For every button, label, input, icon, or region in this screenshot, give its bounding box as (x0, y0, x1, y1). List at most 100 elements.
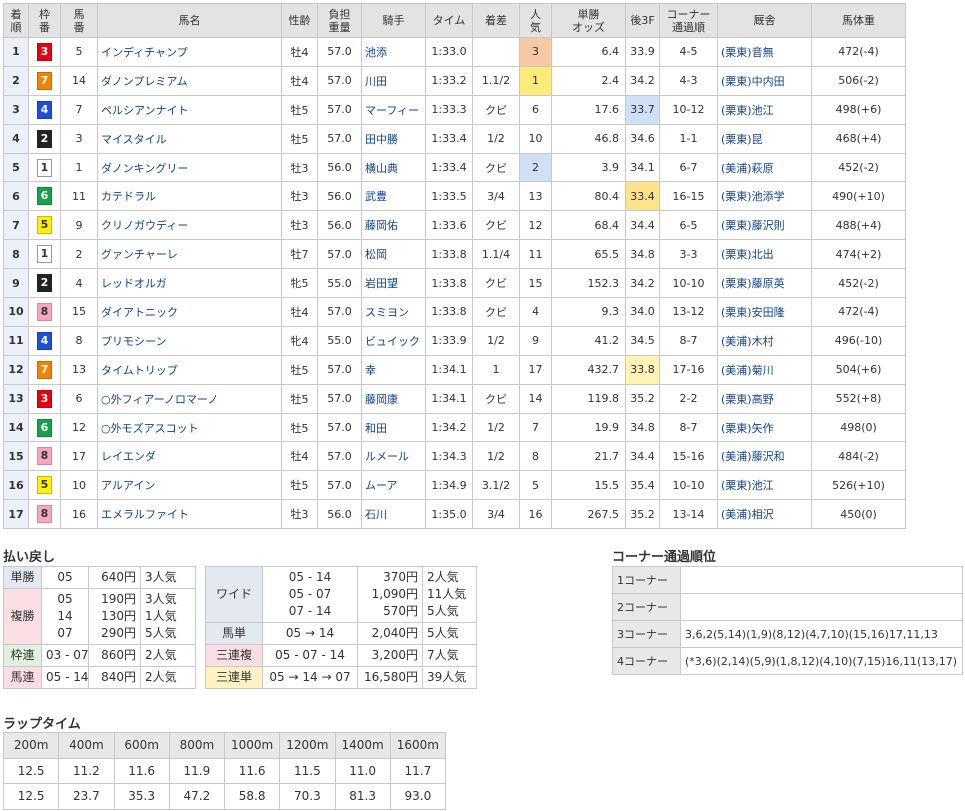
jockey-name[interactable]: ビュイック (361, 325, 426, 356)
horse-number: 1 (60, 152, 98, 183)
jockey-name[interactable]: 石川 (361, 499, 426, 530)
horse-name[interactable]: ペルシアンナイト (97, 94, 282, 125)
jockey-name[interactable]: 松岡 (361, 239, 426, 270)
horse-name[interactable]: アルアイン (97, 470, 282, 501)
finish-position: 16 (3, 470, 29, 501)
sanrentan-numbers: 05 → 14 → 07 (262, 666, 358, 689)
payout-wakuren-row: 枠連 03 - 07 860円 2人気 (3, 644, 196, 667)
last-3f: 34.0 (625, 297, 660, 327)
finish-time: 1:33.4 (425, 123, 473, 154)
horse-name[interactable]: ○外フィアーノロマーノ (97, 383, 282, 414)
stable[interactable]: (美浦)藤沢和 (717, 441, 812, 472)
popularity: 12 (519, 210, 552, 241)
stable[interactable]: (栗東)安田隆 (717, 297, 812, 327)
finish-time: 1:35.0 (425, 499, 473, 530)
corner-label: 2コーナー (612, 593, 681, 621)
stable[interactable]: (栗東)音無 (717, 37, 812, 67)
margin: 3/4 (472, 499, 520, 530)
sex-age: 牡5 (281, 470, 318, 501)
stable[interactable]: (栗東)池江 (717, 94, 812, 125)
waku-cell: 2 (28, 268, 61, 299)
horse-name[interactable]: ○外モズアスコット (97, 412, 282, 443)
win-odds: 80.4 (551, 181, 626, 212)
stable[interactable]: (栗東)池添学 (717, 181, 812, 212)
carried-weight: 56.0 (317, 499, 362, 530)
stable[interactable]: (美浦)相沢 (717, 499, 812, 530)
stable[interactable]: (栗東)昆 (717, 123, 812, 154)
jockey-name[interactable]: 川田 (361, 65, 426, 96)
jockey-name[interactable]: スミヨン (361, 297, 426, 327)
jockey-name[interactable]: ルメール (361, 441, 426, 472)
jockey-name[interactable]: 横山典 (361, 152, 426, 183)
column-header: コーナー 通過順 (659, 3, 718, 38)
corner-order-value (680, 593, 963, 621)
win-odds: 41.2 (551, 325, 626, 356)
horse-name[interactable]: タイムトリップ (97, 354, 282, 385)
jockey-name[interactable]: 藤岡康 (361, 383, 426, 414)
lap-split: 11.6 (223, 757, 281, 784)
tansho-payout: 640円 (88, 566, 141, 589)
jockey-name[interactable]: 田中勝 (361, 123, 426, 154)
horse-name[interactable]: エメラルファイト (97, 499, 282, 530)
stable[interactable]: (栗東)藤沢則 (717, 210, 812, 241)
jockey-name[interactable]: 藤岡佑 (361, 210, 426, 241)
stable[interactable]: (栗東)矢作 (717, 412, 812, 443)
horse-name[interactable]: プリモシーン (97, 325, 282, 356)
horse-name[interactable]: クリノガウディー (97, 210, 282, 241)
stable[interactable]: (美浦)木村 (717, 325, 812, 356)
fukusho-payout: 290円 (101, 626, 136, 640)
horse-name[interactable]: インディチャンプ (97, 37, 282, 67)
payout-wide-row: ワイド 05 - 14 05 - 07 07 - 14 370円 1,090円 … (205, 566, 477, 623)
horse-name[interactable]: グァンチャーレ (97, 239, 282, 270)
stable[interactable]: (栗東)池江 (717, 470, 812, 501)
stable[interactable]: (栗東)藤原英 (717, 268, 812, 299)
wakuren-numbers: 03 - 07 (41, 644, 89, 667)
jockey-name[interactable]: 和田 (361, 412, 426, 443)
results-table: 着順枠番馬番馬名 性齢 負担 重量 騎手 タイム 着差人気単勝 オッズ 後3F コーナー 通過順 厩舎… (3, 3, 906, 530)
horse-name[interactable]: レッドオルガ (97, 268, 282, 299)
carried-weight: 57.0 (317, 297, 362, 327)
waku-badge: 6 (37, 187, 52, 206)
jockey-name[interactable]: マーフィー (361, 94, 426, 125)
stable[interactable]: (栗東)中内田 (717, 65, 812, 96)
finish-time: 1:33.9 (425, 325, 473, 356)
finish-time: 1:33.5 (425, 181, 473, 212)
corner-order: 16-15 (659, 181, 718, 212)
corner-label: 4コーナー (612, 647, 681, 675)
table-row: 16 5 10 アルアイン 牡5 57.0 ムーア 1:34.9 3.1/2 5 15.5 35.4 1… (3, 470, 906, 501)
jockey-name[interactable]: 岩田望 (361, 268, 426, 299)
stable[interactable]: (美浦)菊川 (717, 354, 812, 385)
popularity: 16 (519, 499, 552, 530)
corner-order: 15-16 (659, 441, 718, 472)
fukusho-popularity: 3人気 (145, 592, 177, 606)
horse-name[interactable]: ダイアトニック (97, 297, 282, 327)
jockey-name[interactable]: ムーア (361, 470, 426, 501)
stable[interactable]: (美浦)萩原 (717, 152, 812, 183)
popularity: 5 (519, 470, 552, 501)
jockey-name[interactable]: 幸 (361, 354, 426, 385)
horse-name[interactable]: カテドラル (97, 181, 282, 212)
stable[interactable]: (栗東)高野 (717, 383, 812, 414)
sex-age: 牝5 (281, 268, 318, 299)
jockey-name[interactable]: 池添 (361, 37, 426, 67)
margin: クビ (472, 297, 520, 327)
carried-weight: 57.0 (317, 412, 362, 443)
lap-cumulative: 23.7 (58, 783, 115, 810)
margin: クビ (472, 268, 520, 299)
horse-name[interactable]: マイスタイル (97, 123, 282, 154)
lap-distance: 800m (168, 732, 226, 759)
popularity: 13 (519, 181, 552, 212)
waku-cell: 7 (28, 354, 61, 385)
horse-number: 17 (60, 441, 98, 472)
corner-order: 8-7 (659, 325, 718, 356)
stable[interactable]: (栗東)北出 (717, 239, 812, 270)
horse-name[interactable]: ダノンキングリー (97, 152, 282, 183)
horse-name[interactable]: ダノンプレミアム (97, 65, 282, 96)
payout-fukusho-row: 複勝 05 14 07 190円 130円 290円 3人気 1人気 5人気 (3, 588, 196, 645)
jockey-name[interactable]: 武豊 (361, 181, 426, 212)
last-3f: 34.8 (625, 239, 660, 270)
horse-name[interactable]: レイエンダ (97, 441, 282, 472)
umatan-popularity: 5人気 (422, 622, 477, 645)
win-odds: 46.8 (551, 123, 626, 154)
column-header-line: 負担 (328, 7, 351, 21)
